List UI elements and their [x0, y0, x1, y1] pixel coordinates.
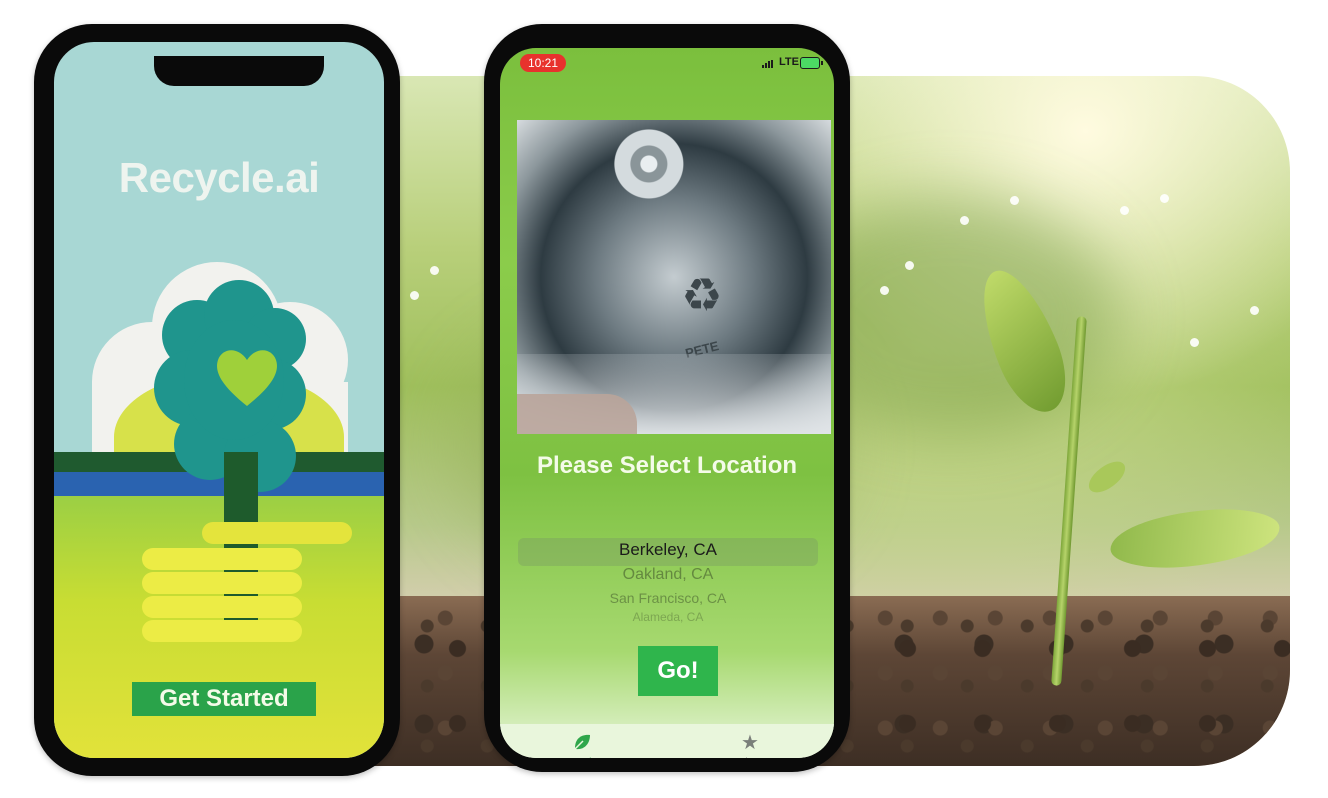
picker-item[interactable]: San Francisco, CA: [518, 590, 818, 606]
tab-bar: recycle ★ tips: [500, 724, 834, 758]
tab-recycle[interactable]: recycle: [532, 732, 632, 758]
phone-location: 10:21 LTE ♻ PETE Please Select Location …: [484, 24, 850, 772]
star-icon: ★: [741, 732, 759, 754]
hand-illustration: [142, 522, 362, 652]
heart-icon: [217, 350, 277, 406]
tab-label: recycle: [532, 756, 632, 758]
leaf-icon: [532, 732, 632, 754]
picker-item[interactable]: Oakland, CA: [518, 566, 818, 584]
location-screen: 10:21 LTE ♻ PETE Please Select Location …: [500, 48, 834, 758]
get-started-button[interactable]: Get Started: [132, 682, 316, 716]
recycle-icon: ♻: [681, 269, 723, 321]
status-bar: 10:21 LTE: [500, 48, 834, 78]
tab-tips[interactable]: ★ tips: [700, 732, 800, 758]
network-type: LTE: [779, 56, 799, 68]
status-time: 10:21: [520, 54, 566, 72]
phone-welcome: Recycle.ai Get Started: [34, 24, 400, 776]
tab-label: tips: [700, 756, 800, 758]
bottle-photo: ♻ PETE: [517, 120, 831, 434]
app-title: Recycle.ai: [118, 154, 320, 201]
picker-item-selected[interactable]: Berkeley, CA: [518, 540, 818, 560]
battery-icon: [800, 57, 820, 69]
go-button[interactable]: Go!: [638, 646, 718, 696]
location-picker[interactable]: Berkeley, CA Oakland, CA San Francisco, …: [518, 536, 818, 636]
welcome-screen: Recycle.ai Get Started: [54, 42, 384, 758]
camera-notch: [154, 56, 324, 86]
select-location-title: Please Select Location: [536, 452, 798, 479]
signal-icon: [762, 60, 776, 68]
picker-item[interactable]: Alameda, CA: [518, 610, 818, 624]
